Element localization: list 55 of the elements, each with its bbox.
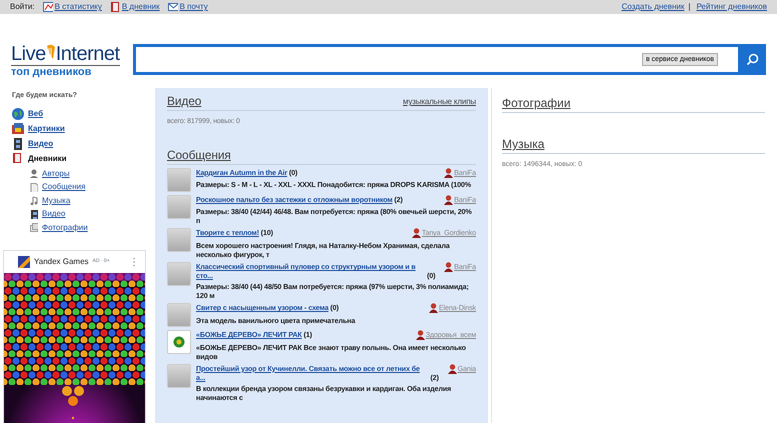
film-icon [12,138,24,150]
person-icon [29,169,38,178]
user-icon [428,303,438,314]
login-label: Войти: [10,1,35,13]
document-icon [29,182,38,192]
logo-subtitle: топ дневников [11,66,92,78]
notebook-icon [110,2,120,12]
globe-icon [12,108,24,120]
user-icon [444,194,454,204]
section-link[interactable]: музыкальные клипы [402,96,476,108]
ad-brand: Yandex Games [34,256,89,268]
search-button[interactable] [738,44,766,75]
section-title[interactable]: Музыка [502,137,544,151]
menu-button[interactable]: ⋮ [129,254,139,270]
sidebar-item[interactable]: Картинки [28,123,65,135]
sidebar-subitem[interactable]: Сообщения [42,181,86,194]
sidebar-item[interactable]: Дневники [28,153,67,165]
thumbnail [167,168,191,192]
pictures-icon [12,123,24,135]
separator: | [688,1,690,13]
sidebar-item[interactable]: Видео [28,138,54,150]
harp-icon [46,44,56,60]
top-link[interactable]: Рейтинг дневников [696,0,767,14]
search-icon [746,53,758,66]
thumbnail [167,364,191,388]
thumbnail [167,262,191,286]
top-link[interactable]: В почту [180,0,208,14]
notebook-icon [12,153,24,165]
sidebar-item[interactable]: Веб [28,108,44,120]
section-title[interactable]: Фотографии [502,96,571,110]
section-title[interactable]: Сообщения [167,148,231,162]
user-icon [444,262,454,272]
sidebar-subitem[interactable]: Видео [42,208,66,220]
user-icon [412,228,421,238]
emblem-icon [173,336,185,348]
top-link[interactable]: В статистику [54,0,102,14]
chart-icon [42,2,53,12]
thumbnail [167,303,191,328]
logo-title: Live Internet [11,44,120,66]
sidebar-subitem[interactable]: Авторы [42,168,70,180]
section-title[interactable]: Видео [167,94,202,108]
mail-icon [168,2,178,12]
thumbnail [167,228,191,252]
top-link[interactable]: В дневник [122,0,160,14]
sidebar-subitem[interactable]: Фотографии [42,222,88,234]
photos-icon [29,223,38,232]
game-logo-icon [18,256,30,268]
thumbnail [167,194,191,218]
sidebar-subitem[interactable]: Музыка [42,194,70,207]
user-icon [444,168,454,178]
user-icon [416,330,425,340]
film-icon [29,210,38,219]
top-link[interactable]: Создать дневник [622,0,684,14]
music-note-icon [29,196,38,206]
user-icon [448,364,457,374]
